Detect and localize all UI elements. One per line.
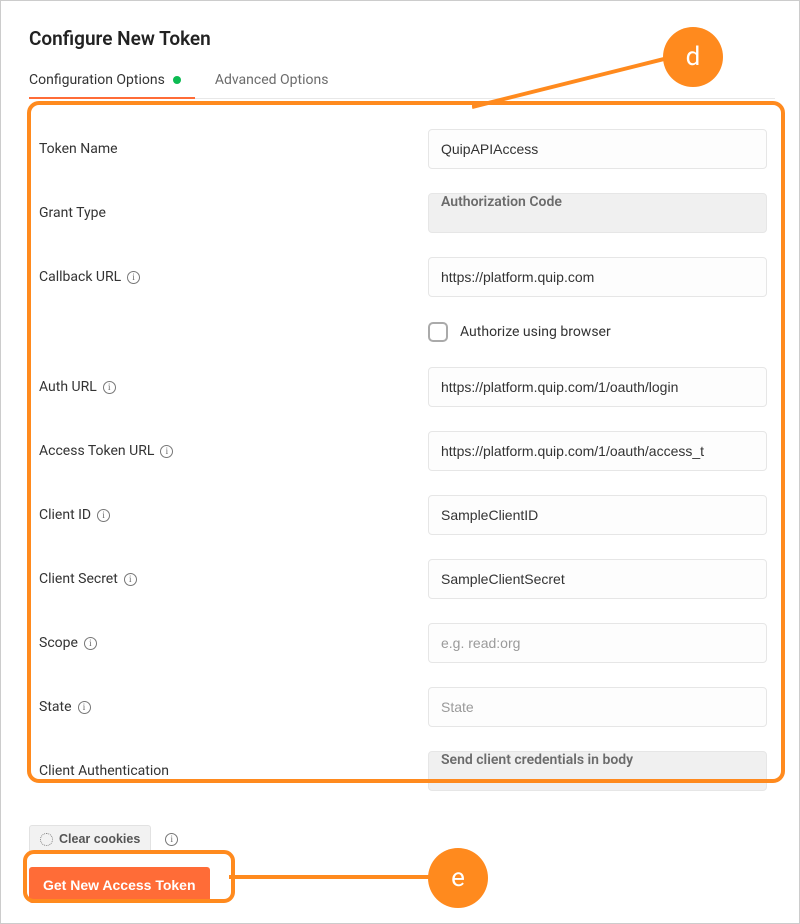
- info-icon[interactable]: i: [103, 381, 116, 394]
- label-text: Client Secret: [39, 571, 118, 587]
- checkbox-label: Authorize using browser: [460, 324, 611, 340]
- page-title: Configure New Token: [29, 27, 775, 50]
- client-authentication-select[interactable]: Send client credentials in body: [428, 751, 767, 791]
- label-text: Client ID: [39, 507, 91, 523]
- tab-configuration-options[interactable]: Configuration Options: [29, 64, 195, 98]
- callback-url-input[interactable]: [428, 257, 767, 297]
- authorize-using-browser-checkbox[interactable]: Authorize using browser: [428, 311, 767, 353]
- label-text: Token Name: [39, 141, 118, 157]
- client-id-input[interactable]: [428, 495, 767, 535]
- client-secret-label: Client Secret i: [33, 571, 428, 587]
- label-text: Grant Type: [39, 205, 106, 221]
- info-icon[interactable]: i: [124, 573, 137, 586]
- callback-url-label: Callback URL i: [33, 269, 428, 285]
- scope-label: Scope i: [33, 635, 428, 651]
- label-text: Auth URL: [39, 379, 97, 395]
- label-text: Client Authentication: [39, 763, 169, 779]
- annotation-badge-e: e: [428, 848, 488, 908]
- tabs-bar: Configuration Options Advanced Options: [29, 64, 775, 99]
- label-text: Access Token URL: [39, 443, 154, 459]
- label-text: Scope: [39, 635, 78, 651]
- label-text: Callback URL: [39, 269, 121, 285]
- state-label: State i: [33, 699, 428, 715]
- annotation-connector-e: [229, 872, 435, 892]
- cookie-icon: [40, 833, 53, 846]
- label-text: State: [39, 699, 72, 715]
- grant-type-label: Grant Type: [33, 205, 428, 221]
- scope-input[interactable]: [428, 623, 767, 663]
- info-icon[interactable]: i: [97, 509, 110, 522]
- get-new-access-token-button[interactable]: Get New Access Token: [29, 867, 210, 903]
- token-config-form: Token Name Grant Type Authorization Code…: [29, 107, 775, 807]
- info-icon[interactable]: i: [160, 445, 173, 458]
- client-authentication-label: Client Authentication: [33, 763, 428, 779]
- clear-cookies-button[interactable]: Clear cookies: [29, 825, 151, 853]
- auth-url-input[interactable]: [428, 367, 767, 407]
- tab-advanced-options[interactable]: Advanced Options: [215, 64, 343, 98]
- client-secret-input[interactable]: [428, 559, 767, 599]
- state-input[interactable]: [428, 687, 767, 727]
- access-token-url-label: Access Token URL i: [33, 443, 428, 459]
- tab-label: Advanced Options: [215, 72, 329, 88]
- client-id-label: Client ID i: [33, 507, 428, 523]
- token-name-label: Token Name: [33, 141, 428, 157]
- tab-label: Configuration Options: [29, 72, 165, 88]
- auth-url-label: Auth URL i: [33, 379, 428, 395]
- info-icon[interactable]: i: [127, 271, 140, 284]
- access-token-url-input[interactable]: [428, 431, 767, 471]
- active-dot-icon: [173, 76, 181, 84]
- token-name-input[interactable]: [428, 129, 767, 169]
- grant-type-select[interactable]: Authorization Code: [428, 193, 767, 233]
- clear-cookies-label: Clear cookies: [59, 832, 140, 846]
- info-icon[interactable]: i: [78, 701, 91, 714]
- info-icon[interactable]: i: [84, 637, 97, 650]
- info-icon[interactable]: i: [165, 833, 178, 846]
- checkbox-icon: [428, 322, 448, 342]
